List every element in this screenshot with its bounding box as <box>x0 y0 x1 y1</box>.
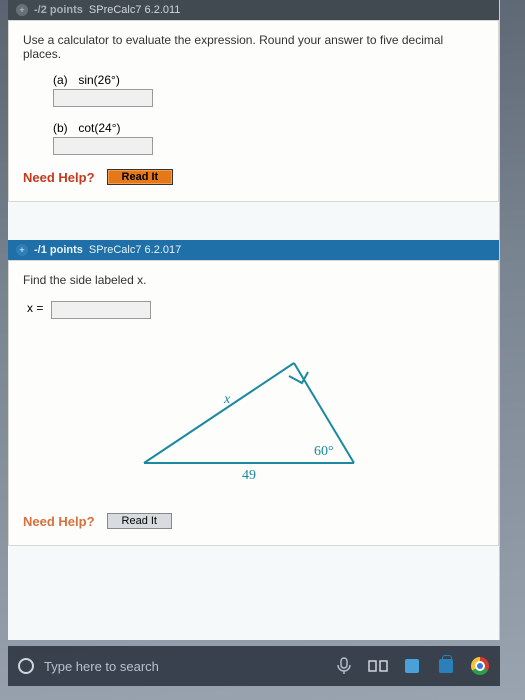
expand-icon[interactable]: + <box>16 4 28 16</box>
q2-source: SPreCalc7 6.2.017 <box>89 244 181 256</box>
q2-need-help: Need Help? Read It <box>23 513 484 529</box>
x-equals-label: x = <box>27 301 43 315</box>
part-a-expr: sin(26°) <box>78 73 119 87</box>
part-b-label: (b) <box>53 121 75 135</box>
part-a-input[interactable] <box>53 89 153 107</box>
q1-need-help: Need Help? Read It <box>23 169 484 185</box>
taskbar: Type here to search <box>8 646 500 686</box>
q2-points: -/1 points <box>34 244 83 256</box>
q1-header: + -/2 points SPreCalc7 6.2.011 <box>8 0 499 20</box>
need-help-label: Need Help? <box>23 170 95 185</box>
task-view-icon[interactable] <box>368 656 388 676</box>
triangle-figure: x 60° 49 <box>23 343 484 483</box>
page-content: + -/2 points SPreCalc7 6.2.011 Use a cal… <box>8 0 500 640</box>
q2-header: + -/1 points SPreCalc7 6.2.017 <box>8 240 499 260</box>
taskbar-icons <box>334 656 490 676</box>
read-it-button[interactable]: Read It <box>107 513 172 529</box>
need-help-label: Need Help? <box>23 514 95 529</box>
chrome-icon[interactable] <box>470 656 490 676</box>
triangle-svg: x 60° 49 <box>124 343 384 483</box>
mic-icon[interactable] <box>334 656 354 676</box>
q1-body: Use a calculator to evaluate the express… <box>8 20 499 202</box>
x-input[interactable] <box>51 301 151 319</box>
tri-base-label: 49 <box>242 468 256 483</box>
part-b-expr: cot(24°) <box>78 121 120 135</box>
store-icon[interactable] <box>436 656 456 676</box>
q2-answer-row: x = <box>27 299 484 319</box>
cortana-icon <box>18 658 34 674</box>
part-a-label: (a) <box>53 73 75 87</box>
q1-part-b: (b) cot(24°) <box>53 121 484 155</box>
part-b-input[interactable] <box>53 137 153 155</box>
tri-x-label: x <box>223 392 231 407</box>
q2-body: Find the side labeled x. x = x 60° 49 Ne… <box>8 260 499 546</box>
q1-part-a: (a) sin(26°) <box>53 73 484 107</box>
q2-prompt: Find the side labeled x. <box>23 273 484 287</box>
expand-icon[interactable]: + <box>16 244 28 256</box>
tri-angle-label: 60° <box>314 444 334 459</box>
taskbar-search[interactable]: Type here to search <box>18 658 322 674</box>
read-it-button[interactable]: Read It <box>107 169 174 185</box>
search-placeholder: Type here to search <box>44 659 159 674</box>
q1-source: SPreCalc7 6.2.011 <box>89 4 181 16</box>
q1-prompt: Use a calculator to evaluate the express… <box>23 33 484 61</box>
app-icon[interactable] <box>402 656 422 676</box>
q1-points: -/2 points <box>34 4 83 16</box>
